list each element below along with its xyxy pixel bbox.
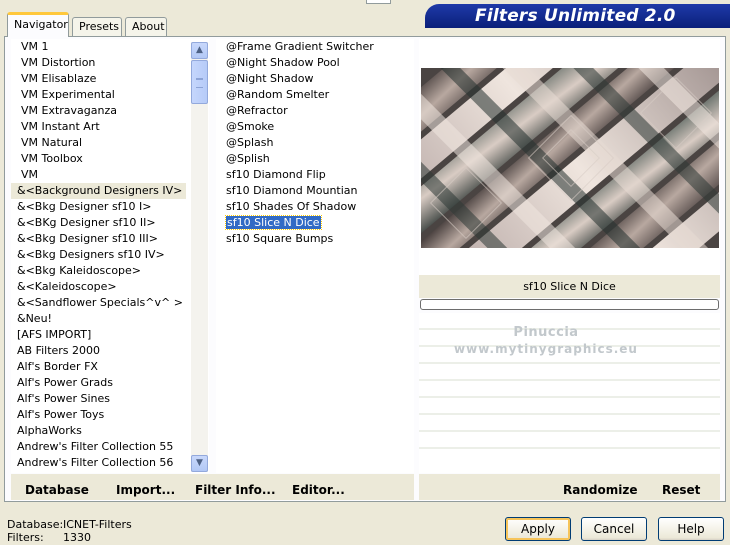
category-item[interactable]: VM Instant Art [11, 119, 209, 135]
category-item[interactable]: Andrew's Filter Collection 55 [11, 439, 209, 455]
filter-item-label: @Night Shadow [226, 72, 314, 85]
filter-item[interactable]: sf10 Slice N Dice [216, 215, 414, 231]
watermark-line-1: Pinuccia [513, 325, 579, 340]
category-item[interactable]: &<Bkg Designer sf10 III> [11, 231, 209, 247]
category-item[interactable]: AlphaWorks [11, 423, 209, 439]
filter-item-label: @Smoke [226, 120, 275, 133]
selected-filter-name: sf10 Slice N Dice [419, 275, 720, 298]
brand-title: Filters Unlimited 2.0 [425, 4, 730, 28]
filter-item[interactable]: @Refractor [216, 103, 414, 119]
category-item[interactable]: Alf's Border FX [11, 359, 209, 375]
filter-item[interactable]: sf10 Diamond Mountian [216, 183, 414, 199]
category-item[interactable]: AB Filters 2000 [11, 343, 209, 359]
filter-items: @Frame Gradient Switcher @Night Shadow Po… [216, 39, 414, 247]
filters-label: Filters: [7, 531, 44, 544]
category-item[interactable]: &<Kaleidoscope> [11, 279, 209, 295]
parameter-row [419, 432, 720, 449]
category-item[interactable]: Alf's Power Toys [11, 407, 209, 423]
filter-item-label: sf10 Diamond Flip [226, 168, 326, 181]
filter-item[interactable]: @Splash [216, 135, 414, 151]
randomize-button[interactable]: Randomize [563, 483, 637, 497]
parameter-row [419, 415, 720, 432]
category-item[interactable]: &<Background Designers IV> [11, 183, 187, 199]
filter-item[interactable]: @Frame Gradient Switcher [216, 39, 414, 55]
cancel-button[interactable]: Cancel [581, 517, 647, 541]
filter-item[interactable]: @Splish [216, 151, 414, 167]
filter-item-label: @Frame Gradient Switcher [226, 40, 374, 53]
filter-item[interactable]: @Night Shadow [216, 71, 414, 87]
category-item[interactable]: VM Elisablaze [11, 71, 209, 87]
status-database: Database:ICNET-Filters [7, 518, 132, 531]
category-list[interactable]: VM 1 VM Distortion VM Elisablaze VM Experim… [11, 39, 209, 473]
category-item[interactable]: &Neu! [11, 311, 209, 327]
filter-list[interactable]: @Frame Gradient Switcher @Night Shadow Po… [216, 39, 414, 473]
filter-item[interactable]: sf10 Diamond Flip [216, 167, 414, 183]
category-item[interactable]: &<BKg Designer sf10 II> [11, 215, 209, 231]
tab-presets[interactable]: Presets [72, 17, 122, 36]
apply-button[interactable]: Apply [505, 517, 571, 541]
scroll-down-arrow-icon[interactable]: ▼ [191, 455, 208, 472]
database-value: ICNET-Filters [63, 518, 132, 531]
tab-navigator[interactable]: Navigator [7, 12, 69, 37]
category-item[interactable]: VM Distortion [11, 55, 209, 71]
filter-item[interactable]: @Night Shadow Pool [216, 55, 414, 71]
preview-actions-bar: Randomize Reset [419, 474, 720, 500]
parameter-row [419, 381, 720, 398]
editor-button[interactable]: Editor... [292, 483, 345, 497]
filter-item-label: @Splash [226, 136, 274, 149]
filter-item[interactable]: @Random Smelter [216, 87, 414, 103]
filter-item[interactable]: sf10 Shades Of Shadow [216, 199, 414, 215]
category-item[interactable]: VM Experimental [11, 87, 209, 103]
list-actions-bar: Database Import... Filter Info... Editor… [11, 474, 414, 500]
category-item[interactable]: Alf's Power Sines [11, 391, 209, 407]
filter-item-label: sf10 Square Bumps [226, 232, 334, 245]
category-item[interactable]: &<Bkg Designer sf10 I> [11, 199, 209, 215]
progress-bar [420, 299, 719, 310]
parameter-row [419, 398, 720, 415]
filter-item-label: @Night Shadow Pool [226, 56, 340, 69]
scrollbar-thumb[interactable] [191, 60, 208, 104]
top-edge-box [366, 0, 391, 4]
tab-about[interactable]: About [125, 17, 167, 36]
filter-item-label: sf10 Shades Of Shadow [226, 200, 357, 213]
reset-button[interactable]: Reset [662, 483, 700, 497]
category-item[interactable]: VM Natural [11, 135, 209, 151]
category-items: VM 1 VM Distortion VM Elisablaze VM Experim… [11, 39, 209, 471]
tab-bar: Navigator Presets About Filters Unlimite… [0, 0, 730, 37]
category-item[interactable]: VM [11, 167, 209, 183]
scroll-up-arrow-icon[interactable]: ▲ [191, 42, 208, 59]
category-item[interactable]: Andrew's Filter Collection 56 [11, 455, 209, 471]
help-button[interactable]: Help [658, 517, 724, 541]
parameter-row [419, 364, 720, 381]
preview-pattern [421, 68, 719, 248]
category-item[interactable]: VM 1 [11, 39, 209, 55]
preview-image [421, 68, 719, 248]
filter-item-label: @Splish [226, 152, 270, 165]
category-item[interactable]: &<Sandflower Specials^v^ > [11, 295, 209, 311]
category-item[interactable]: Alf's Power Grads [11, 375, 209, 391]
filter-item-label: @Random Smelter [226, 88, 330, 101]
filter-item[interactable]: sf10 Square Bumps [216, 231, 414, 247]
filter-item-label: @Refractor [226, 104, 288, 117]
category-item[interactable]: &<Bkg Kaleidoscope> [11, 263, 209, 279]
category-item[interactable]: &<Bkg Designers sf10 IV> [11, 247, 209, 263]
filter-item[interactable]: @Smoke [216, 119, 414, 135]
category-item[interactable]: [AFS IMPORT] [11, 327, 209, 343]
database-button[interactable]: Database [25, 483, 89, 497]
filter-item-label: sf10 Diamond Mountian [226, 184, 358, 197]
category-scrollbar[interactable]: ▲ ▼ [191, 42, 208, 472]
status-filters: Filters: 1330 [7, 531, 91, 544]
watermark-line-2: www.mytinygraphics.eu [454, 342, 638, 356]
database-label: Database: [7, 518, 64, 531]
watermark: Pinuccia www.mytinygraphics.eu [446, 324, 646, 358]
filter-item-label: sf10 Slice N Dice [225, 215, 322, 230]
filter-info-button[interactable]: Filter Info... [195, 483, 276, 497]
category-item[interactable]: VM Extravaganza [11, 103, 209, 119]
import-button[interactable]: Import... [116, 483, 175, 497]
category-item[interactable]: VM Toolbox [11, 151, 209, 167]
filters-count: 1330 [63, 531, 91, 544]
